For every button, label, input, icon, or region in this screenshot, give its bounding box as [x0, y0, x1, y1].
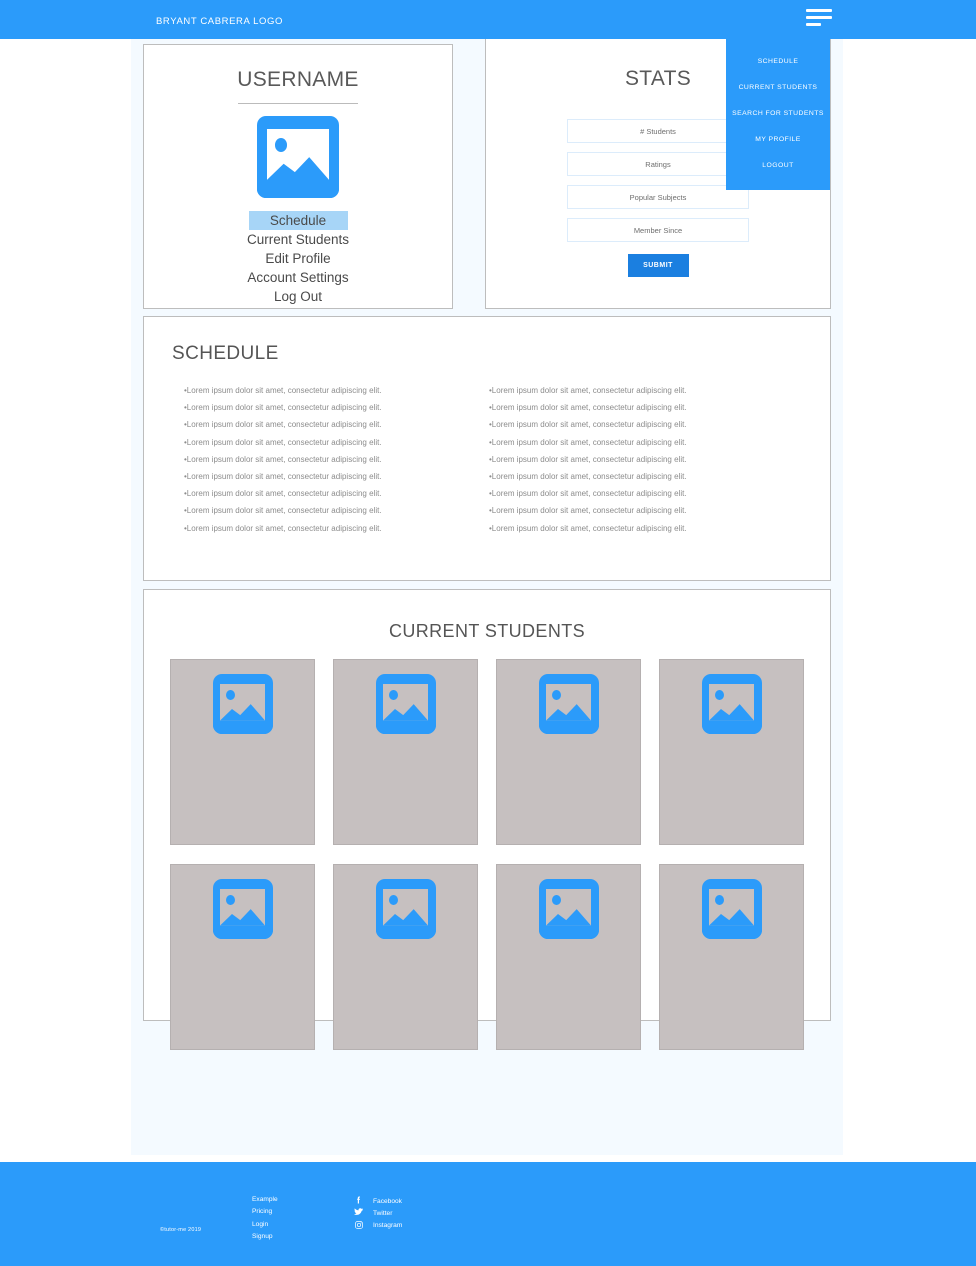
facebook-icon — [352, 1196, 365, 1206]
footer-link-signup[interactable]: Signup — [252, 1231, 278, 1243]
submit-button[interactable]: SUBMIT — [627, 254, 689, 277]
menu-item-schedule[interactable]: SCHEDULE — [726, 48, 830, 74]
list-item: •Lorem ipsum dolor sit amet, consectetur… — [489, 437, 687, 447]
profile-card: USERNAME Schedule Current Students Edit … — [143, 44, 453, 309]
profile-username-title: USERNAME — [237, 68, 359, 91]
list-item: •Lorem ipsum dolor sit amet, consectetur… — [489, 523, 687, 533]
image-placeholder-icon — [212, 879, 273, 939]
image-placeholder-icon — [538, 879, 599, 939]
schedule-title: SCHEDULE — [172, 343, 279, 364]
title-divider — [238, 103, 358, 104]
menu-item-my-profile[interactable]: MY PROFILE — [726, 127, 830, 153]
profile-nav-log-out[interactable]: Log Out — [144, 287, 452, 306]
student-card[interactable] — [170, 659, 315, 845]
social-link-instagram[interactable]: Instagram — [352, 1220, 402, 1232]
footer-link-pricing[interactable]: Pricing — [252, 1206, 278, 1218]
footer-social-links: Facebook Twitter Instagram — [352, 1195, 402, 1232]
image-placeholder-icon — [538, 674, 599, 734]
list-item: •Lorem ipsum dolor sit amet, consectetur… — [489, 420, 687, 430]
current-students-title: CURRENT STUDENTS — [388, 621, 586, 641]
stat-input-popular-subjects[interactable] — [567, 185, 749, 209]
image-placeholder-icon — [212, 674, 273, 734]
image-placeholder-icon — [701, 674, 762, 734]
social-label-twitter: Twitter — [373, 1209, 393, 1217]
list-item: •Lorem ipsum dolor sit amet, consectetur… — [184, 472, 382, 482]
list-item: •Lorem ipsum dolor sit amet, consectetur… — [489, 506, 687, 516]
list-item: •Lorem ipsum dolor sit amet, consectetur… — [184, 454, 382, 464]
image-placeholder-icon — [375, 879, 436, 939]
schedule-list-left: •Lorem ipsum dolor sit amet, consectetur… — [184, 382, 489, 537]
site-footer: ©tutor-me 2019 Example Pricing Login Sig… — [0, 1162, 976, 1266]
page-root: BRYANT CABRERA LOGO SCHEDULE CURRENT STU… — [0, 0, 976, 1266]
nav-dropdown-menu: SCHEDULE CURRENT STUDENTS SEARCH FOR STU… — [726, 39, 830, 190]
footer-link-example[interactable]: Example — [252, 1194, 278, 1206]
profile-nav-current-students[interactable]: Current Students — [144, 230, 452, 249]
profile-nav-account-settings[interactable]: Account Settings — [144, 268, 452, 287]
student-card[interactable] — [333, 659, 478, 845]
list-item: •Lorem ipsum dolor sit amet, consectetur… — [489, 472, 687, 482]
student-grid — [144, 659, 830, 1050]
student-card[interactable] — [659, 864, 804, 1050]
list-item: •Lorem ipsum dolor sit amet, consectetur… — [184, 506, 382, 516]
student-card[interactable] — [659, 659, 804, 845]
list-item: •Lorem ipsum dolor sit amet, consectetur… — [184, 420, 382, 430]
student-card[interactable] — [496, 864, 641, 1050]
list-item: •Lorem ipsum dolor sit amet, consectetur… — [184, 489, 382, 499]
list-item: •Lorem ipsum dolor sit amet, consectetur… — [184, 386, 382, 395]
top-header: BRYANT CABRERA LOGO — [0, 0, 976, 39]
profile-nav-edit-profile[interactable]: Edit Profile — [144, 249, 452, 268]
schedule-column-right: •Lorem ipsum dolor sit amet, consectetur… — [489, 382, 794, 537]
list-item: •Lorem ipsum dolor sit amet, consectetur… — [489, 489, 687, 499]
social-label-facebook: Facebook — [373, 1197, 402, 1205]
footer-links: Example Pricing Login Signup — [252, 1194, 278, 1243]
hamburger-bar-1 — [806, 9, 832, 12]
current-students-panel: CURRENT STUDENTS — [143, 589, 831, 1050]
student-card[interactable] — [496, 659, 641, 845]
menu-item-search-for-students[interactable]: SEARCH FOR STUDENTS — [726, 100, 830, 126]
footer-copyright: ©tutor-me 2019 — [160, 1227, 202, 1233]
image-placeholder-icon — [701, 879, 762, 939]
list-item: •Lorem ipsum dolor sit amet, consectetur… — [184, 403, 382, 413]
social-link-twitter[interactable]: Twitter — [352, 1207, 402, 1219]
list-item: •Lorem ipsum dolor sit amet, consectetur… — [489, 386, 687, 395]
hamburger-bar-2 — [806, 16, 832, 19]
student-card[interactable] — [170, 864, 315, 1050]
stat-input-ratings[interactable] — [567, 152, 749, 176]
twitter-icon — [352, 1208, 365, 1218]
footer-link-login[interactable]: Login — [252, 1219, 278, 1231]
image-placeholder-icon — [257, 116, 339, 198]
site-logo[interactable]: BRYANT CABRERA LOGO — [156, 16, 283, 27]
student-card[interactable] — [333, 864, 478, 1050]
list-item: •Lorem ipsum dolor sit amet, consectetur… — [184, 437, 382, 447]
menu-item-logout[interactable]: LOGOUT — [726, 153, 830, 179]
hamburger-bar-3 — [806, 23, 821, 26]
instagram-icon — [352, 1220, 365, 1231]
social-label-instagram: Instagram — [373, 1222, 403, 1230]
schedule-columns: •Lorem ipsum dolor sit amet, consectetur… — [144, 382, 830, 537]
social-link-facebook[interactable]: Facebook — [352, 1195, 402, 1207]
schedule-panel: SCHEDULE •Lorem ipsum dolor sit amet, co… — [143, 316, 831, 581]
image-placeholder-icon — [375, 674, 436, 734]
schedule-column-left: •Lorem ipsum dolor sit amet, consectetur… — [184, 382, 489, 537]
hamburger-icon[interactable] — [806, 9, 834, 31]
menu-item-current-students[interactable]: CURRENT STUDENTS — [726, 74, 830, 100]
list-item: •Lorem ipsum dolor sit amet, consectetur… — [489, 454, 687, 464]
schedule-list-right: •Lorem ipsum dolor sit amet, consectetur… — [489, 382, 794, 537]
profile-nav: Schedule Current Students Edit Profile A… — [144, 211, 452, 306]
stat-input-students[interactable] — [567, 119, 749, 143]
profile-nav-schedule[interactable]: Schedule — [248, 211, 348, 230]
list-item: •Lorem ipsum dolor sit amet, consectetur… — [184, 523, 382, 533]
stat-input-member-since[interactable] — [567, 218, 749, 242]
list-item: •Lorem ipsum dolor sit amet, consectetur… — [489, 403, 687, 413]
